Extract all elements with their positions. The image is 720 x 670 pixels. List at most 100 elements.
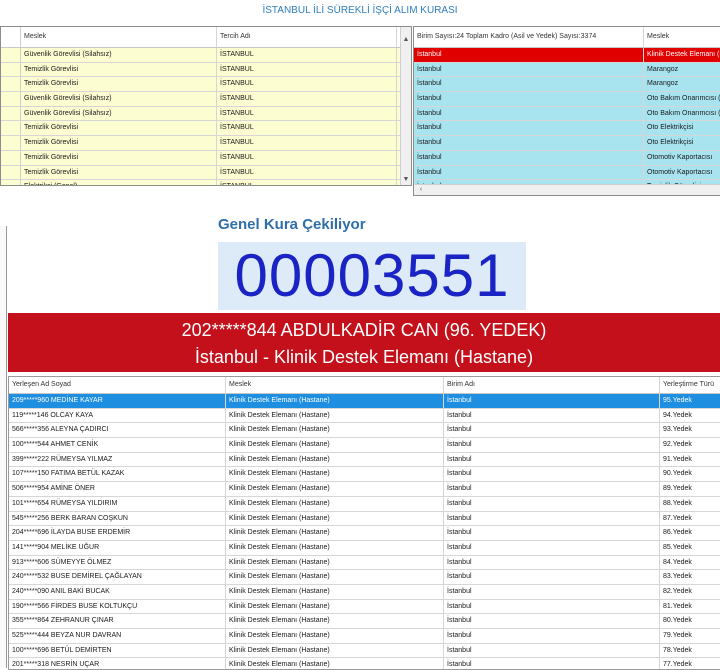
table-row[interactable]: İstanbul Otomotiv Kaportacısı [414, 150, 720, 166]
cell-yerlestirme-turu: 84.Yedek [663, 558, 692, 566]
cell-yerlestirme-turu: 91.Yedek [663, 455, 692, 463]
cell-yerlestirme-turu: 79.Yedek [663, 632, 692, 639]
left-grid-vertical-scrollbar[interactable]: ▲ ▼ [400, 27, 411, 185]
placement-results-grid[interactable]: Yerleşen Ad Soyad Meslek Birim Adı Yerle… [8, 376, 720, 670]
table-row[interactable]: İstanbul Oto Elektrikçisi [414, 121, 720, 137]
right-unit-grid[interactable]: Birim Sayısı:24 Toplam Kadro (Asil ve Ye… [413, 26, 720, 196]
table-row[interactable]: İstanbulOto Bakım Onarımcısı (Oto) [414, 106, 720, 122]
table-row[interactable]: 100*****544 AHMET CENİK Klinik Destek Ele… [9, 438, 720, 453]
row-gutter [1, 150, 21, 165]
cell-yerlestirme-turu: 83.Yedek [663, 573, 692, 581]
left-grid-body: Güvenlik Görevlisi (Silahsız) İSTANBUL Tem… [1, 48, 411, 185]
winner-position-line: İstanbul - Klinik Destek Elemanı (Hastan… [194, 347, 534, 367]
column-header-meslek[interactable]: Meslek [21, 27, 217, 47]
cell-birim-adi: İstanbul [444, 467, 660, 482]
cell-yerlestirme-turu: 90.Yedek [663, 470, 692, 478]
scroll-left-arrow-icon[interactable]: ‹ [416, 185, 426, 195]
cell-birim-adi: İstanbul [444, 629, 660, 643]
table-row[interactable]: Güvenlik Görevlisi (Silahsız) İSTANBUL [1, 106, 411, 122]
column-header-ad-soyad[interactable]: Yerleşen Ad Soyad [9, 377, 226, 393]
cell-birim-adi: İstanbul [444, 570, 660, 584]
cell-birim: İstanbul [414, 165, 644, 180]
cell-meslek: Güvenlik Görevlisi (Silahsız) [21, 106, 217, 121]
right-grid-horizontal-scrollbar[interactable]: ‹ [414, 184, 720, 195]
cell-birim: İstanbul [414, 62, 644, 77]
column-header-yerlestirme-turu[interactable]: Yerleştirme Türü [660, 377, 720, 393]
cell-birim: İstanbul [414, 77, 644, 92]
left-preference-grid[interactable]: Meslek Tercih Adı Güvenlik Görevlisi (Si… [0, 26, 412, 186]
table-row[interactable]: 100*****696 BETÜL DEMİRTEN Klinik Destek … [9, 643, 720, 659]
table-row[interactable]: İstanbul Otomotiv Kaportacısı [414, 165, 720, 181]
table-row[interactable]: 101*****654 RÜMEYSA YILDIRIM Klinik Deste… [9, 496, 720, 512]
cell-birim-adi: İstanbul [444, 423, 660, 438]
table-row[interactable]: İstanbul Marangoz [414, 62, 720, 78]
table-row[interactable]: 355*****864 ZEHRANUR ÇINAR Klinik Destek … [9, 614, 720, 629]
cell-tercih: İSTANBUL [217, 48, 397, 62]
cell-birim: İstanbul [414, 150, 644, 165]
table-row[interactable]: 141*****904 MELİKE UĞUR Klinik Destek Ele… [9, 540, 720, 556]
cell-meslek: Klinik Destek Elemanı (Hastane) [644, 48, 720, 62]
cell-birim-adi: İstanbul [444, 658, 660, 669]
column-header-meslek[interactable]: Meslek [226, 377, 444, 393]
cell-meslek: Klinik Destek Elemanı (Hastane) [226, 570, 444, 584]
cell-meslek: Klinik Destek Elemanı (Hastane) [226, 438, 444, 452]
table-row[interactable]: 107*****150 FATIMA BETÜL KAZAK Klinik Des… [9, 467, 720, 483]
cell-meslek: Klinik Destek Elemanı (Hastane) [226, 643, 444, 658]
table-row[interactable]: 913*****606 SÜMEYYE ÖLMEZ Klinik Destek E… [9, 555, 720, 571]
cell-birim-adi: İstanbul [444, 482, 660, 496]
cell-meslek: Temizlik Görevlisi [21, 165, 217, 180]
cell-meslek: Klinik Destek Elemanı (Hastane) [226, 629, 444, 643]
table-row[interactable]: Temizlik Görevlisi İSTANBUL [1, 121, 411, 137]
table-row[interactable]: İstanbulOto Bakım Onarımcısı (Oto) [414, 92, 720, 107]
cell-meslek: Klinik Destek Elemanı (Hastane) [226, 511, 444, 526]
table-row[interactable]: 240*****090 ANIL BAKİ BUCAK Klinik Destek… [9, 584, 720, 600]
results-grid-header: Yerleşen Ad Soyad Meslek Birim Adı Yerle… [9, 377, 720, 394]
table-row[interactable]: 566*****356 ALEYNA ÇADIRCI Klinik Destek … [9, 423, 720, 439]
table-row[interactable]: 204*****696 İLAYDA BUSE ERDEMİR Klinik De… [9, 526, 720, 541]
cell-meslek: Klinik Destek Elemanı (Hastane) [226, 482, 444, 496]
table-row[interactable]: İstanbulKlinik Destek Elemanı (Hastane) [414, 48, 720, 63]
cell-meslek: Temizlik Görevlisi [21, 136, 217, 150]
column-header-meslek[interactable]: Meslek [644, 27, 720, 47]
table-row[interactable]: Temizlik Görevlisi İSTANBUL [1, 150, 411, 166]
column-header-tercih[interactable]: Tercih Adı [217, 27, 397, 47]
table-row[interactable]: Güvenlik Görevlisi (Silahsız) İSTANBUL [1, 92, 411, 107]
table-row[interactable]: İstanbul Oto Elektrikçisi [414, 136, 720, 151]
cell-tercih: İSTANBUL [217, 77, 397, 92]
table-row[interactable]: Elektrikçi (Genel)İSTANBUL [1, 180, 411, 185]
scroll-down-arrow-icon[interactable]: ▼ [401, 175, 411, 185]
row-gutter [1, 48, 21, 62]
column-header-birim-adi[interactable]: Birim Adı [444, 377, 660, 393]
table-row[interactable]: 399*****222 RÜMEYSA YILMAZ Klinik Destek … [9, 452, 720, 468]
cell-ad-soyad: 525*****444 BEYZA NUR DAVRAN [9, 629, 226, 643]
column-header-birim-sayisi[interactable]: Birim Sayısı:24 Toplam Kadro (Asil ve Ye… [414, 27, 644, 47]
cell-ad-soyad: 201*****318 NESRİN UÇAR [9, 658, 226, 669]
cell-yerlestirme-turu: 92.Yedek [663, 441, 692, 449]
table-row[interactable]: İstanbul Marangoz [414, 77, 720, 93]
cell-ad-soyad: 190*****566 FİRDES BUSE KOLTUKÇU [9, 599, 226, 614]
table-row[interactable]: 545*****256 BERK BARAN COŞKUN Klinik Dest… [9, 511, 720, 527]
table-row[interactable]: 190*****566 FİRDES BUSE KOLTUKÇU Klinik D… [9, 599, 720, 615]
cell-meslek: Klinik Destek Elemanı (Hastane) [226, 467, 444, 482]
cell-tercih: İSTANBUL [217, 92, 397, 106]
table-row[interactable]: 525*****444 BEYZA NUR DAVRAN Klinik Deste… [9, 629, 720, 644]
table-row[interactable]: 240*****532 BUSE DEMİREL ÇAĞLAYAN Klinik … [9, 570, 720, 585]
table-row[interactable]: Temizlik Görevlisi İSTANBUL [1, 136, 411, 151]
cell-birim-adi: İstanbul [444, 526, 660, 540]
table-row[interactable]: Güvenlik Görevlisi (Silahsız) İSTANBUL [1, 48, 411, 63]
cell-ad-soyad: 399*****222 RÜMEYSA YILMAZ [9, 452, 226, 467]
cell-meslek: Temizlik Görevlisi [21, 150, 217, 165]
cell-birim-adi: İstanbul [444, 394, 660, 408]
table-row[interactable]: 201*****318 NESRİN UÇAR Klinik Destek Ele… [9, 658, 720, 669]
table-row[interactable]: Temizlik Görevlisi İSTANBUL [1, 77, 411, 93]
scroll-up-arrow-icon[interactable]: ▲ [401, 35, 411, 45]
table-row[interactable]: 119*****146 OLCAY KAYA Klinik Destek Elem… [9, 408, 720, 424]
table-row[interactable]: Temizlik Görevlisi İSTANBUL [1, 165, 411, 181]
table-row[interactable]: 506*****954 AMİNE ÖNER Klinik Destek Elem… [9, 482, 720, 497]
cell-meslek: Otomotiv Kaportacısı [644, 151, 720, 165]
cell-meslek: Klinik Destek Elemanı (Hastane) [226, 599, 444, 614]
table-row[interactable]: Temizlik Görevlisi İSTANBUL [1, 62, 411, 78]
cell-yerlestirme-turu: 88.Yedek [663, 499, 692, 507]
table-row[interactable]: 209*****960 MEDİNE KAYAR Klinik Destek El… [9, 394, 720, 409]
right-grid-header: Birim Sayısı:24 Toplam Kadro (Asil ve Ye… [414, 27, 720, 48]
